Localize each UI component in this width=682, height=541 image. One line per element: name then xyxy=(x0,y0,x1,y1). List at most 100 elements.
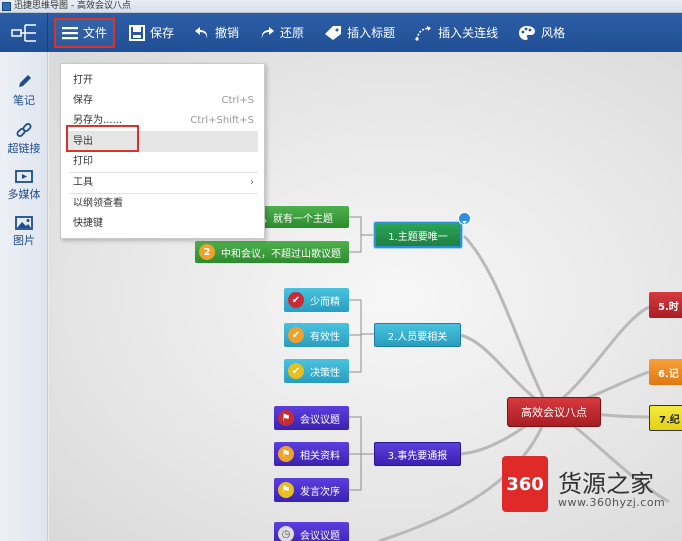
node-text: 5.时 xyxy=(658,301,679,313)
window-title-bar: 迅捷思维导图 - 高效会议八点 xyxy=(0,0,682,13)
insert-link-button[interactable]: 插入关连线 xyxy=(407,18,506,48)
sidebar-item-label: 多媒体 xyxy=(7,188,41,201)
node-text: 发言次序 xyxy=(300,486,340,498)
tag-icon xyxy=(325,25,342,40)
palette-icon xyxy=(519,25,536,40)
branch1-sub2-node[interactable]: 2 中和会议，不超过山歌议题 xyxy=(195,241,349,263)
sidebar-item-hyperlink[interactable]: 超链接 xyxy=(0,122,48,156)
insert-title-button[interactable]: 插入标题 xyxy=(316,18,403,48)
menu-shortcut: Ctrl+Shift+S xyxy=(190,115,254,126)
branch5-node[interactable]: 5.时 xyxy=(649,292,682,318)
flag-icon: ⚑ xyxy=(278,482,294,498)
menu-item-save[interactable]: 保存 Ctrl+S xyxy=(73,91,258,111)
mindmap-logo-icon[interactable] xyxy=(0,13,48,52)
branch2-sub1-node[interactable]: ✔ 少而精 xyxy=(284,288,349,312)
node-text: 3.事先要通报 xyxy=(387,450,448,462)
flag-icon: ⚑ xyxy=(278,410,294,426)
sidebar-item-label: 图片 xyxy=(13,234,35,247)
node-dropdown-icon[interactable] xyxy=(458,212,471,225)
undo-button[interactable]: 撤销 xyxy=(186,18,247,48)
submenu-arrow-icon: › xyxy=(250,177,254,188)
check-icon: ✔ xyxy=(288,292,304,308)
undo-icon xyxy=(195,26,208,39)
menu-item-label: 工具 xyxy=(73,177,93,188)
watermark-url: www.360hyzj.com xyxy=(558,496,666,509)
watermark-logo: 360 xyxy=(502,456,548,512)
redo-button[interactable]: 还原 xyxy=(251,18,312,48)
branch3-node[interactable]: 3.事先要通报 xyxy=(374,442,461,466)
menu-item-tools[interactable]: 工具 › xyxy=(73,173,258,193)
check-icon: ✔ xyxy=(288,327,304,343)
watermark: 360 货源之家 www.360hyzj.com xyxy=(500,452,682,522)
branch4-sub1-node[interactable]: ◷ 会议议题 xyxy=(274,522,349,541)
save-label: 保存 xyxy=(150,26,175,40)
watermark-name: 货源之家 xyxy=(558,470,654,498)
node-text: 1.主题要唯一 xyxy=(388,231,448,243)
branch3-sub3-node[interactable]: ⚑ 发言次序 xyxy=(274,478,349,502)
node-text: 相关资料 xyxy=(300,450,340,462)
badge-number: 2 xyxy=(203,246,211,258)
insert-title-label: 插入标题 xyxy=(347,26,396,40)
menu-item-label: 打开 xyxy=(73,75,93,86)
main-toolbar: 文件 保存 撤销 还原 插入标题 插入关连线 风格 xyxy=(0,13,682,52)
save-icon xyxy=(129,24,146,41)
menu-item-label: 保存 xyxy=(73,95,93,106)
window-title: 迅捷思维导图 - 高效会议八点 xyxy=(14,1,131,11)
menu-item-open[interactable]: 打开 xyxy=(73,71,258,91)
menu-item-label: 以纲领查看 xyxy=(73,198,123,209)
node-text: 会议议题 xyxy=(300,414,340,426)
menu-icon xyxy=(62,26,78,39)
branch7-node[interactable]: 7.纪 xyxy=(649,405,682,431)
branch2-node[interactable]: 2.人员要相关 xyxy=(374,323,461,347)
node-text: 决策性 xyxy=(310,367,340,379)
export-highlight-box xyxy=(66,125,139,152)
number-badge-icon: 2 xyxy=(199,244,215,260)
left-sidebar: 笔记 超链接 多媒体 图片 xyxy=(0,52,48,541)
check-icon: ✔ xyxy=(288,363,304,379)
redo-icon xyxy=(261,26,275,39)
redo-label: 还原 xyxy=(280,26,305,40)
undo-label: 撤销 xyxy=(215,26,240,40)
menu-shortcut: Ctrl+S xyxy=(221,95,254,106)
node-text: 少而精 xyxy=(310,296,340,308)
clock-icon: ◷ xyxy=(278,526,294,541)
branch1-node[interactable]: 1.主题要唯一 xyxy=(374,222,462,248)
branch3-sub1-node[interactable]: ⚑ 会议议题 xyxy=(274,406,349,430)
menu-item-shortcuts[interactable]: 快捷键 xyxy=(73,214,258,234)
branch3-sub2-node[interactable]: ⚑ 相关资料 xyxy=(274,442,349,466)
pencil-icon xyxy=(19,75,31,87)
flag-icon: ⚑ xyxy=(278,446,294,462)
node-text: 有效性 xyxy=(310,331,340,343)
style-button[interactable]: 风格 xyxy=(510,18,573,48)
branch6-node[interactable]: 6.记 xyxy=(649,359,682,385)
connector-icon xyxy=(415,25,432,41)
sidebar-item-label: 笔记 xyxy=(13,94,35,107)
branch2-sub3-node[interactable]: ✔ 决策性 xyxy=(284,359,349,383)
node-text: 中和会议，不超过山歌议题 xyxy=(221,248,341,260)
sidebar-item-media[interactable]: 多媒体 xyxy=(0,170,48,202)
node-text: 6.记 xyxy=(658,368,679,380)
sidebar-item-label: 超链接 xyxy=(7,142,41,155)
menu-item-label: 打印 xyxy=(73,156,93,167)
menu-item-print[interactable]: 打印 xyxy=(73,152,258,172)
branch2-sub2-node[interactable]: ✔ 有效性 xyxy=(284,323,349,347)
save-button[interactable]: 保存 xyxy=(121,18,182,48)
sidebar-item-image[interactable]: 图片 xyxy=(0,216,48,248)
node-text: 7.纪 xyxy=(659,414,680,426)
central-topic-node[interactable]: 高效会议八点 xyxy=(507,397,601,427)
node-text: 2.人员要相关 xyxy=(387,331,448,343)
sidebar-item-notes[interactable]: 笔记 xyxy=(0,74,48,108)
menu-item-label: 快捷键 xyxy=(73,218,103,229)
file-menu-button[interactable]: 文件 xyxy=(54,17,116,48)
insert-link-label: 插入关连线 xyxy=(438,26,499,40)
file-label: 文件 xyxy=(83,26,108,40)
watermark-brand: 360 xyxy=(506,473,544,495)
app-icon xyxy=(2,2,11,11)
node-text: 高效会议八点 xyxy=(521,406,587,419)
media-icon xyxy=(15,170,33,183)
menu-item-outline-view[interactable]: 以纲领查看 xyxy=(73,194,258,214)
link-icon xyxy=(16,123,32,137)
image-icon xyxy=(15,216,33,230)
node-text: 会议议题 xyxy=(300,530,340,541)
style-label: 风格 xyxy=(541,26,566,40)
